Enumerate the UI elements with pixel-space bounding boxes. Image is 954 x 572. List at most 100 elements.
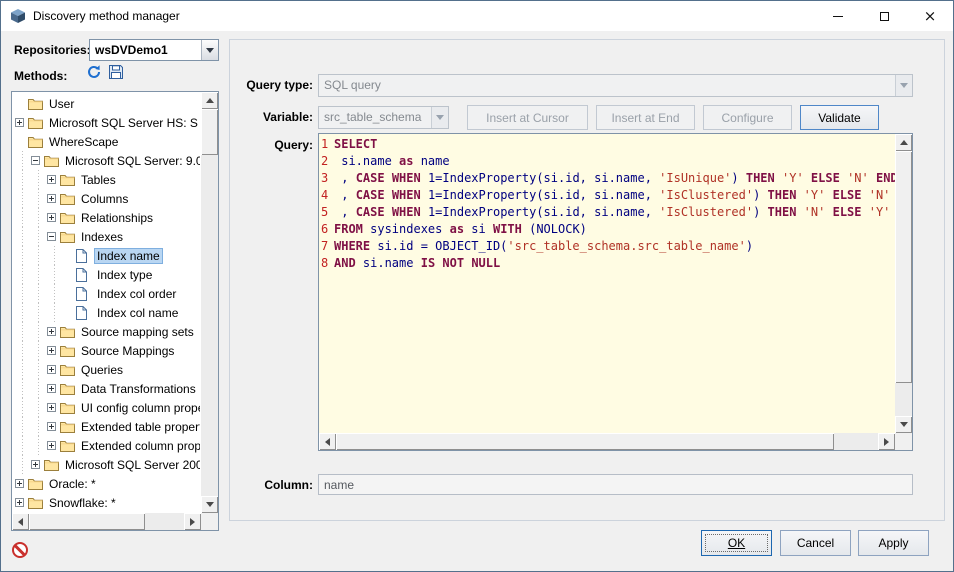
tree-item[interactable]: Extended table propert bbox=[14, 417, 200, 436]
scrollbar-thumb[interactable] bbox=[336, 433, 834, 450]
scroll-up-button[interactable] bbox=[895, 134, 912, 151]
minimize-button[interactable] bbox=[815, 1, 861, 31]
repository-combo-arrow[interactable] bbox=[201, 40, 218, 60]
expand-icon[interactable] bbox=[31, 460, 40, 469]
expand-icon[interactable] bbox=[47, 422, 56, 431]
tree-indent-guide bbox=[14, 189, 30, 208]
scroll-right-button[interactable] bbox=[878, 433, 895, 450]
tree-item[interactable]: Source mapping sets bbox=[14, 322, 200, 341]
tree-item-label: Index type bbox=[94, 267, 155, 283]
title-bar[interactable]: Discovery method manager × bbox=[1, 1, 953, 31]
tree-item[interactable]: Data Transformations bbox=[14, 379, 200, 398]
tree-item[interactable]: Microsoft SQL Server 2000 bbox=[14, 455, 200, 474]
expand-icon[interactable] bbox=[47, 441, 56, 450]
tree-item[interactable]: Source Mappings bbox=[14, 341, 200, 360]
scroll-left-button[interactable] bbox=[12, 513, 29, 530]
tree-item[interactable]: Snowflake: * bbox=[14, 493, 200, 512]
code-line: 5 , CASE WHEN 1=IndexProperty(si.id, si.… bbox=[321, 204, 895, 221]
refresh-methods-button[interactable] bbox=[85, 63, 103, 81]
tree-indent-guide bbox=[14, 284, 30, 303]
expand-icon[interactable] bbox=[47, 403, 56, 412]
maximize-button[interactable] bbox=[861, 1, 907, 31]
tree-indent-guide bbox=[14, 360, 30, 379]
chevron-down-icon bbox=[900, 83, 908, 88]
scroll-down-button[interactable] bbox=[895, 416, 912, 433]
tree-item-label: WhereScape bbox=[46, 134, 121, 150]
scroll-right-button[interactable] bbox=[184, 513, 201, 530]
collapse-icon[interactable] bbox=[47, 232, 56, 241]
folder-icon bbox=[28, 478, 46, 490]
repository-combo[interactable]: wsDVDemo1 bbox=[89, 39, 219, 61]
expand-icon[interactable] bbox=[47, 213, 56, 222]
tree-item[interactable]: Oracle: * bbox=[14, 474, 200, 493]
code-text: AND si.name IS NOT NULL bbox=[334, 255, 500, 272]
tree-item[interactable]: Columns bbox=[14, 189, 200, 208]
expand-icon[interactable] bbox=[47, 346, 56, 355]
close-button[interactable]: × bbox=[907, 1, 953, 31]
ok-button[interactable]: OK bbox=[701, 530, 772, 556]
scrollbar-corner bbox=[201, 513, 218, 530]
expand-icon[interactable] bbox=[47, 327, 56, 336]
apply-button[interactable]: Apply bbox=[858, 530, 929, 556]
tree-item-label: Data Transformations bbox=[78, 381, 199, 397]
insert-at-end-button: Insert at End bbox=[596, 105, 695, 130]
tree-item[interactable]: Microsoft SQL Server: 9.0 - bbox=[14, 151, 200, 170]
tree-item[interactable]: Index col name bbox=[14, 303, 200, 322]
expand-icon[interactable] bbox=[47, 384, 56, 393]
chevron-down-icon bbox=[436, 115, 444, 120]
tree-item-label: Queries bbox=[78, 362, 126, 378]
scrollbar-thumb[interactable] bbox=[29, 513, 145, 530]
methods-tree[interactable]: UserMicrosoft SQL Server HS: S WhereScape… bbox=[11, 91, 219, 531]
expand-icon[interactable] bbox=[15, 479, 24, 488]
folder-icon bbox=[60, 440, 78, 452]
expand-icon[interactable] bbox=[47, 365, 56, 374]
query-code[interactable]: 1SELECT2 si.name as name3 , CASE WHEN 1=… bbox=[319, 134, 895, 433]
scroll-left-button[interactable] bbox=[319, 433, 336, 450]
methods-label: Methods: bbox=[14, 69, 67, 83]
tree-indent-guide bbox=[30, 398, 46, 417]
save-methods-button[interactable] bbox=[107, 63, 125, 81]
tree-item[interactable]: Index name bbox=[14, 246, 200, 265]
tree-indent-guide bbox=[30, 436, 46, 455]
scrollbar-thumb[interactable] bbox=[201, 109, 218, 155]
configure-label: Configure bbox=[721, 111, 773, 125]
tree-item[interactable]: Microsoft SQL Server HS: S bbox=[14, 113, 200, 132]
tree-item-label: Microsoft SQL Server 2000 bbox=[62, 457, 200, 473]
tree-item[interactable]: Index type bbox=[14, 265, 200, 284]
tree-item[interactable]: Index col order bbox=[14, 284, 200, 303]
tree-indent-guide bbox=[30, 246, 46, 265]
tree-item[interactable]: UI config column prope bbox=[14, 398, 200, 417]
expand-icon[interactable] bbox=[47, 175, 56, 184]
line-number: 8 bbox=[321, 255, 334, 272]
expand-icon[interactable] bbox=[47, 194, 56, 203]
folder-icon bbox=[60, 383, 78, 395]
tree-item[interactable]: Extended column prop bbox=[14, 436, 200, 455]
expand-icon[interactable] bbox=[15, 118, 24, 127]
line-number: 7 bbox=[321, 238, 334, 255]
tree-item[interactable]: Queries bbox=[14, 360, 200, 379]
query-editor[interactable]: 1SELECT2 si.name as name3 , CASE WHEN 1=… bbox=[318, 133, 913, 451]
close-icon: × bbox=[924, 9, 937, 24]
tree-item[interactable]: Indexes bbox=[14, 227, 200, 246]
scroll-down-button[interactable] bbox=[201, 496, 218, 513]
tree-item[interactable]: User bbox=[14, 94, 200, 113]
collapse-icon[interactable] bbox=[31, 156, 40, 165]
line-number: 3 bbox=[321, 170, 334, 187]
column-field[interactable]: name bbox=[318, 474, 913, 495]
folder-icon bbox=[60, 345, 78, 357]
cancel-button[interactable]: Cancel bbox=[780, 530, 851, 556]
tree-item[interactable]: WhereScape bbox=[14, 132, 200, 151]
configure-button: Configure bbox=[703, 105, 792, 130]
code-text: , CASE WHEN 1=IndexProperty(si.id, si.na… bbox=[334, 187, 895, 204]
arrow-up-icon bbox=[206, 98, 214, 103]
arrow-down-icon bbox=[900, 422, 908, 427]
query-type-label: Query type: bbox=[230, 78, 313, 92]
tree-indent-guide bbox=[30, 417, 46, 436]
tree-item[interactable]: Relationships bbox=[14, 208, 200, 227]
scrollbar-thumb[interactable] bbox=[895, 151, 912, 383]
folder-icon bbox=[44, 459, 62, 471]
scroll-up-button[interactable] bbox=[201, 92, 218, 109]
tree-item[interactable]: Tables bbox=[14, 170, 200, 189]
validate-button[interactable]: Validate bbox=[800, 105, 879, 130]
expand-icon[interactable] bbox=[15, 498, 24, 507]
